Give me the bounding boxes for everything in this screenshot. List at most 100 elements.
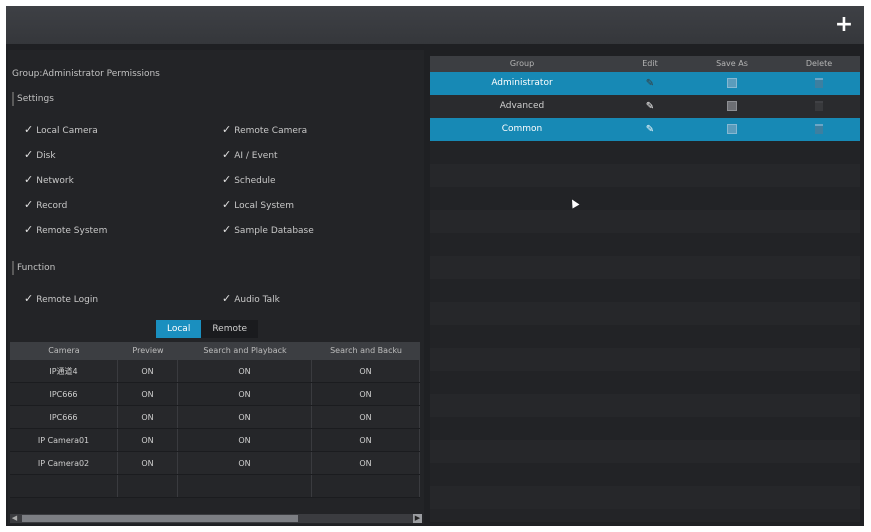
- table-cell: ON: [312, 452, 420, 474]
- permission-label: Schedule: [234, 176, 276, 186]
- table-row[interactable]: IPC666 ON ON ON: [10, 406, 420, 429]
- empty-row: [430, 256, 860, 279]
- empty-row: [430, 348, 860, 371]
- panel-title: Group:Administrator Permissions: [12, 69, 160, 79]
- group-name: Administrator: [491, 78, 553, 88]
- group-row[interactable]: Advanced ✎: [430, 95, 860, 118]
- table-row[interactable]: IP Camera02 ON ON ON: [10, 452, 420, 475]
- save-as-icon[interactable]: [727, 100, 737, 111]
- column-header: Search and Backu: [330, 346, 402, 355]
- check-icon: ✓: [24, 292, 34, 305]
- edit-icon: ✎: [645, 78, 655, 89]
- table-cell: [10, 475, 118, 497]
- trash-icon[interactable]: [815, 123, 823, 134]
- permission-label: Record: [36, 201, 68, 211]
- table-cell: IPC666: [10, 383, 118, 405]
- edit-cell: ✎: [614, 118, 686, 141]
- table-cell: ON: [178, 452, 312, 474]
- permissions-panel: Group:Administrator Permissions Settings…: [8, 50, 424, 524]
- permission-local-camera[interactable]: ✓ Local Camera: [24, 123, 98, 136]
- trash-icon[interactable]: [815, 77, 823, 88]
- permission-label: Remote System: [36, 226, 108, 236]
- permission-remote-system[interactable]: ✓ Remote System: [24, 223, 107, 236]
- permission-disk[interactable]: ✓ Disk: [24, 148, 56, 161]
- empty-row: [430, 141, 860, 164]
- save-as-icon[interactable]: [727, 77, 737, 88]
- permission-label: Disk: [36, 151, 56, 161]
- permission-label: Audio Talk: [234, 295, 280, 305]
- check-icon: ✓: [24, 223, 34, 236]
- top-toolbar: +: [6, 6, 864, 44]
- group-row[interactable]: Administrator ✎: [430, 72, 860, 95]
- table-cell: [178, 475, 312, 497]
- permission-label: Remote Camera: [234, 126, 308, 136]
- empty-row: [430, 279, 860, 302]
- save-as-icon[interactable]: [727, 123, 737, 134]
- permission-audio-talk[interactable]: ✓ Audio Talk: [222, 292, 280, 305]
- permission-network[interactable]: ✓ Network: [24, 173, 74, 186]
- permission-ai-event[interactable]: ✓ AI / Event: [222, 148, 278, 161]
- table-cell: ON: [118, 452, 178, 474]
- check-icon: ✓: [222, 292, 232, 305]
- permissions-window: + Group:Administrator Permissions Settin…: [6, 6, 864, 526]
- empty-row: [430, 187, 860, 210]
- table-cell: ON: [312, 429, 420, 451]
- settings-heading: Settings: [12, 92, 54, 106]
- scroll-right-icon[interactable]: ▶: [413, 514, 422, 523]
- edit-cell: ✎: [614, 95, 686, 118]
- permission-remote-camera[interactable]: ✓ Remote Camera: [222, 123, 307, 136]
- table-row[interactable]: IP通道4 ON ON ON: [10, 360, 420, 383]
- empty-row: [430, 302, 860, 325]
- empty-row: [430, 210, 860, 233]
- table-header: Camera Preview Search and Playback Search a…: [10, 342, 420, 360]
- table-cell: [118, 475, 178, 497]
- permission-schedule[interactable]: ✓ Schedule: [222, 173, 276, 186]
- horizontal-scrollbar[interactable]: ◀ ▶: [10, 514, 422, 523]
- column-header: Edit: [642, 59, 658, 68]
- table-cell: IP通道4: [10, 360, 118, 382]
- check-icon: ✓: [222, 123, 232, 136]
- group-row[interactable]: Common ✎: [430, 118, 860, 141]
- permission-label: Local Camera: [36, 126, 98, 136]
- empty-row: [430, 394, 860, 417]
- scrollbar-thumb[interactable]: [22, 515, 298, 522]
- permission-label: Sample Database: [234, 226, 314, 236]
- permission-remote-login[interactable]: ✓ Remote Login: [24, 292, 98, 305]
- table-cell: ON: [118, 429, 178, 451]
- edit-icon[interactable]: ✎: [646, 95, 654, 118]
- table-body: IP通道4 ON ON ON IPC666 ON ON ON IPC666 ON ON ON IP Ca…: [10, 360, 420, 498]
- table-row[interactable]: IPC666 ON ON ON: [10, 383, 420, 406]
- permission-local-system[interactable]: ✓ Local System: [222, 198, 294, 211]
- function-heading: Function: [12, 261, 55, 275]
- empty-row: [430, 417, 860, 440]
- table-cell: ON: [118, 360, 178, 382]
- check-icon: ✓: [24, 198, 34, 211]
- scroll-left-icon[interactable]: ◀: [10, 514, 19, 523]
- table-cell: ON: [312, 360, 420, 382]
- permission-record[interactable]: ✓ Record: [24, 198, 67, 211]
- table-row[interactable]: IP Camera01 ON ON ON: [10, 429, 420, 452]
- delete-cell: [778, 72, 860, 95]
- check-icon: ✓: [222, 173, 232, 186]
- empty-row: [430, 486, 860, 509]
- edit-icon[interactable]: ✎: [646, 118, 654, 141]
- empty-row: [10, 475, 420, 498]
- column-header: Camera: [48, 346, 80, 355]
- tab-local[interactable]: Local: [156, 320, 202, 338]
- table-cell: ON: [118, 406, 178, 428]
- table-cell: ON: [178, 360, 312, 382]
- check-icon: ✓: [24, 123, 34, 136]
- tab-remote[interactable]: Remote: [201, 320, 259, 338]
- permission-label: AI / Event: [234, 151, 278, 161]
- permission-label: Local System: [234, 201, 294, 211]
- edit-cell: ✎: [614, 72, 686, 95]
- check-icon: ✓: [222, 198, 232, 211]
- add-group-button[interactable]: +: [832, 13, 856, 37]
- save-as-cell: [686, 95, 778, 118]
- column-header: Delete: [805, 59, 833, 68]
- trash-icon: [815, 100, 823, 111]
- delete-cell: [778, 118, 860, 141]
- scope-tabs: Local Remote: [156, 320, 259, 338]
- group-list-panel: Group Edit Save As Delete Administrator ✎ Adv…: [430, 56, 860, 522]
- permission-sample-database[interactable]: ✓ Sample Database: [222, 223, 314, 236]
